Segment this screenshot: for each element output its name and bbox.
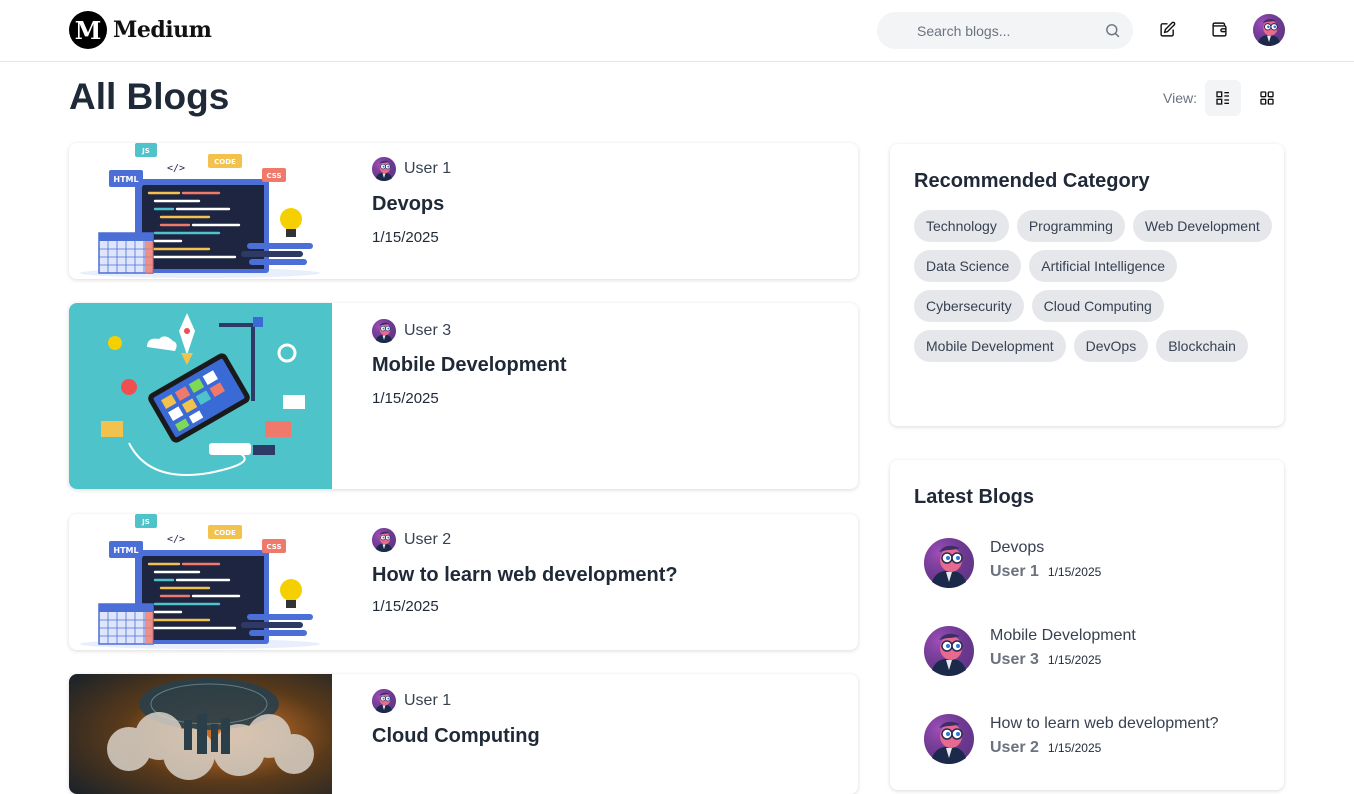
category-chips: Technology Programming Web Development D… — [914, 210, 1274, 362]
latest-blog-author: User 3 — [990, 651, 1039, 668]
latest-blog-date: 1/15/2025 — [1047, 565, 1102, 579]
latest-blog-date: 1/15/2025 — [1047, 653, 1102, 667]
blog-card[interactable]: User 3 Mobile Development 1/15/2025 — [69, 303, 858, 489]
grid-view-icon — [1260, 91, 1274, 105]
blog-author[interactable]: User 2 — [372, 528, 451, 552]
recommended-category-panel: Recommended Category Technology Programm… — [890, 144, 1284, 426]
author-avatar — [924, 538, 974, 588]
author-name: User 3 — [404, 322, 452, 339]
category-chip[interactable]: Data Science — [914, 250, 1022, 282]
blog-author[interactable]: User 1 — [372, 157, 451, 181]
mobile-dev-illustration — [69, 303, 332, 489]
blog-title[interactable]: Devops — [372, 193, 444, 216]
cloud-illustration — [69, 674, 332, 794]
search-bar — [877, 12, 1133, 49]
latest-blog-title[interactable]: Devops — [990, 538, 1101, 558]
list-view-icon — [1216, 91, 1229, 105]
latest-blog-item[interactable]: Mobile Development User 3 1/15/2025 — [924, 626, 1136, 676]
web-dev-illustration — [69, 143, 332, 279]
search-input[interactable] — [877, 12, 1133, 49]
category-chip[interactable]: Web Development — [1132, 210, 1272, 242]
author-name: User 2 — [404, 531, 452, 548]
blog-date: 1/15/2025 — [372, 598, 439, 615]
author-name: User 1 — [404, 160, 452, 177]
top-navbar: M Medium — [0, 0, 1354, 62]
category-chip[interactable]: Programming — [1016, 210, 1125, 242]
latest-blog-author: User 1 — [990, 563, 1039, 580]
blog-title[interactable]: Mobile Development — [372, 354, 566, 377]
latest-blog-title[interactable]: Mobile Development — [990, 626, 1136, 646]
latest-blog-item[interactable]: Devops User 1 1/15/2025 — [924, 538, 1101, 588]
author-avatar — [924, 714, 974, 764]
category-chip[interactable]: Mobile Development — [914, 330, 1066, 362]
author-avatar — [372, 528, 396, 552]
edit-icon — [1159, 21, 1175, 37]
blog-date: 1/15/2025 — [372, 229, 439, 246]
blog-title[interactable]: Cloud Computing — [372, 725, 540, 748]
wallet-icon — [1211, 21, 1227, 37]
write-button[interactable] — [1156, 18, 1178, 40]
blog-card[interactable]: User 1 Devops 1/15/2025 — [69, 143, 858, 279]
author-name: User 1 — [404, 692, 452, 709]
page-title: All Blogs — [69, 76, 230, 117]
web-dev-illustration — [69, 514, 332, 650]
brand-logo-icon: M — [69, 11, 107, 49]
brand-name: Medium — [113, 17, 212, 43]
blog-cover-image — [69, 514, 332, 650]
blog-title[interactable]: How to learn web development? — [372, 564, 678, 587]
author-avatar — [372, 689, 396, 713]
category-chip[interactable]: Cloud Computing — [1031, 290, 1164, 322]
blog-author[interactable]: User 3 — [372, 319, 451, 343]
blog-cover-image — [69, 303, 332, 489]
search-icon[interactable] — [1104, 22, 1121, 39]
author-avatar — [372, 319, 396, 343]
latest-blogs-panel: Latest Blogs Devops User 1 1/15/2025 Mob… — [890, 460, 1284, 790]
blog-cover-image — [69, 674, 332, 794]
author-avatar — [924, 626, 974, 676]
latest-blogs-title: Latest Blogs — [914, 486, 1035, 508]
category-chip[interactable]: Technology — [914, 210, 1009, 242]
blog-author[interactable]: User 1 — [372, 689, 451, 713]
blog-date: 1/15/2025 — [372, 390, 439, 407]
recommended-title: Recommended Category — [914, 170, 1150, 192]
latest-blog-date: 1/15/2025 — [1047, 741, 1102, 755]
user-avatar[interactable] — [1253, 14, 1285, 46]
grid-view-button[interactable] — [1249, 80, 1285, 116]
latest-blog-item[interactable]: How to learn web development? User 2 1/1… — [924, 714, 1219, 764]
category-chip[interactable]: Artificial Intelligence — [1029, 250, 1178, 282]
blog-card[interactable]: User 2 How to learn web development? 1/1… — [69, 514, 858, 650]
latest-blog-title[interactable]: How to learn web development? — [990, 714, 1219, 734]
category-chip[interactable]: Blockchain — [1156, 330, 1248, 362]
view-label: View: — [1163, 90, 1197, 106]
latest-blog-author: User 2 — [990, 739, 1039, 756]
blog-cover-image — [69, 143, 332, 279]
author-avatar — [372, 157, 396, 181]
category-chip[interactable]: DevOps — [1073, 330, 1149, 362]
blog-card[interactable]: User 1 Cloud Computing — [69, 674, 858, 794]
list-view-button[interactable] — [1205, 80, 1241, 116]
category-chip[interactable]: Cybersecurity — [914, 290, 1024, 322]
wallet-button[interactable] — [1208, 18, 1230, 40]
brand[interactable]: M Medium — [69, 11, 212, 49]
